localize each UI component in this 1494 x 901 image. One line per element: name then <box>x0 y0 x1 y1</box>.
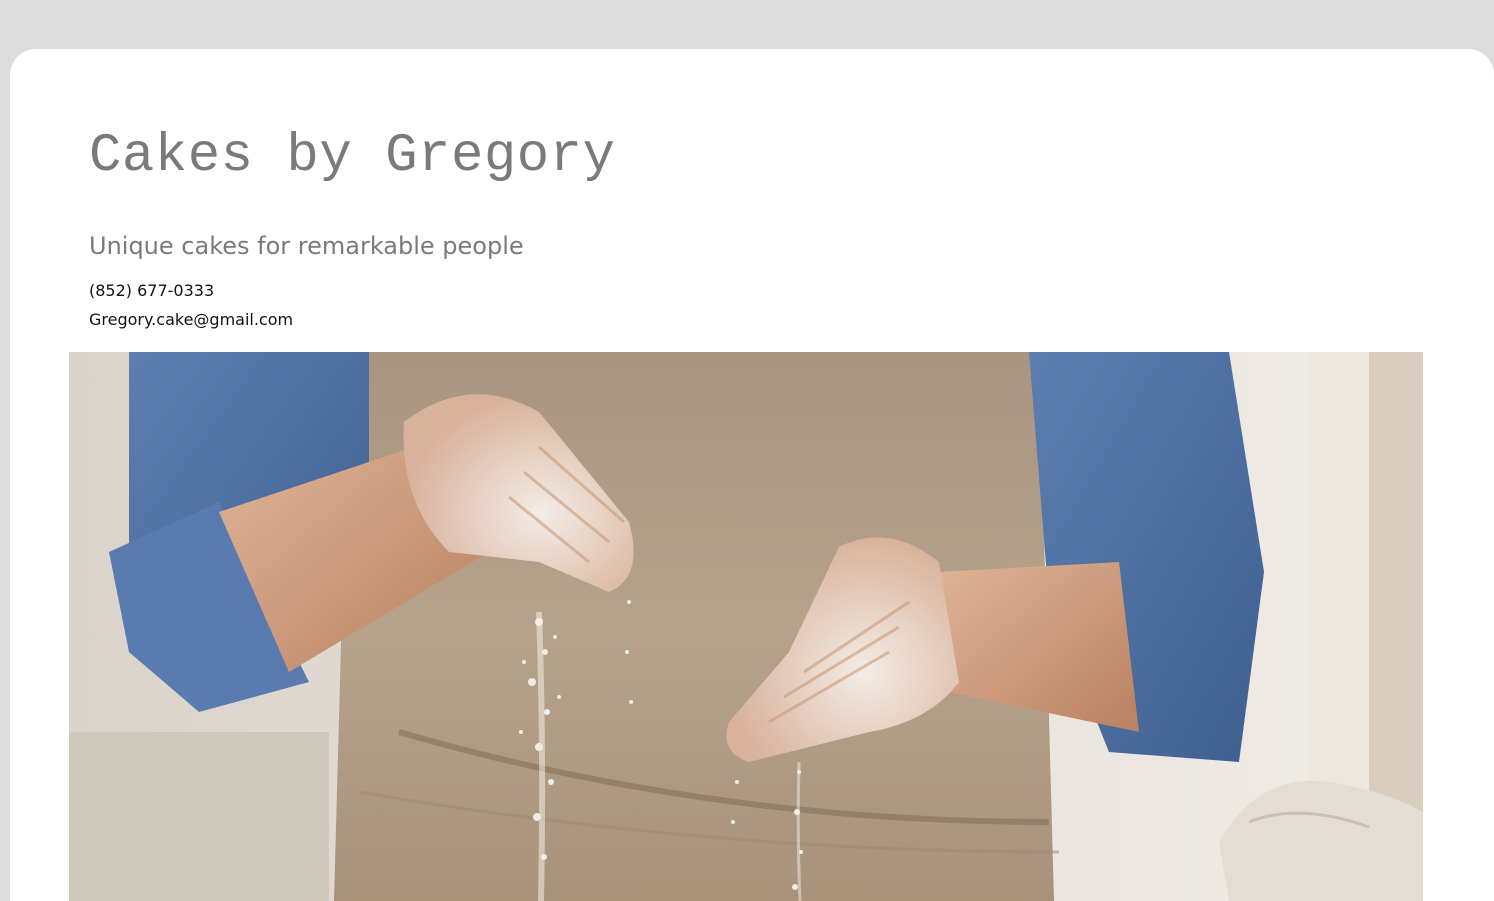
email-address[interactable]: Gregory.cake@gmail.com <box>89 310 293 330</box>
site-tagline: Unique cakes for remarkable people <box>89 232 524 260</box>
hero-image <box>69 352 1423 901</box>
phone-number[interactable]: (852) 677-0333 <box>89 281 214 301</box>
baker-flour-illustration <box>69 352 1423 901</box>
page-card: Cakes by Gregory Unique cakes for remark… <box>10 49 1494 901</box>
site-title: Cakes by Gregory <box>89 126 616 187</box>
